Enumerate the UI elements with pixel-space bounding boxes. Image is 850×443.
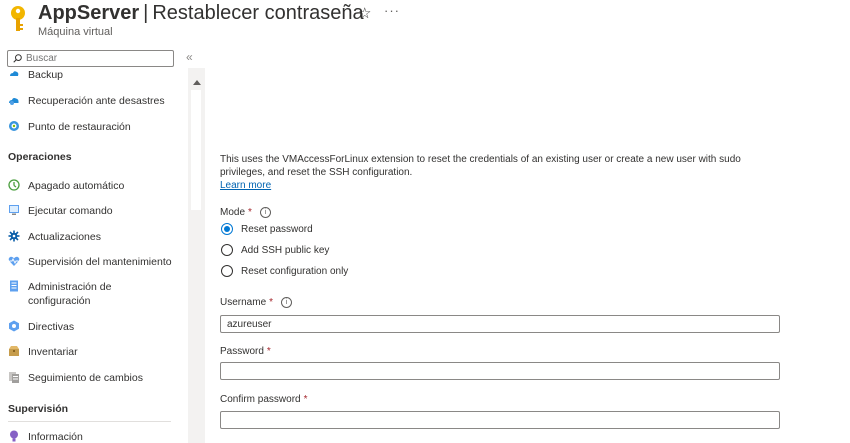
run-command-icon (9, 205, 19, 215)
maintenance-icon (8, 256, 20, 266)
username-label-row: Username * i (220, 297, 293, 308)
confirm-password-label-row: Confirm password * (220, 394, 308, 405)
auto-shutdown-icon (8, 179, 20, 191)
sidebar-item-change-tracking[interactable]: Seguimiento de cambios (8, 371, 143, 385)
resource-name: AppServer (38, 2, 140, 24)
title-block: AppServer | Restablecer contraseña Máquina… (38, 1, 364, 38)
search-input[interactable] (26, 53, 166, 64)
sidebar-item-updates[interactable]: Actualizaciones (8, 230, 101, 244)
radio-reset-password[interactable]: Reset password (221, 223, 313, 235)
scrollbar-thumb[interactable] (191, 90, 201, 210)
description-text: This uses the VMAccessForLinux extension… (220, 154, 741, 178)
mode-label-row: Mode * i (220, 207, 271, 218)
section-operations: Operaciones (8, 151, 72, 163)
username-label: Username (220, 297, 267, 308)
backup-icon (10, 71, 19, 76)
learn-more-link[interactable]: Learn more (220, 180, 271, 191)
sidebar-item-label: Administración de configuración (28, 281, 112, 307)
resource-type: Máquina virtual (38, 26, 113, 38)
sidebar-search[interactable] (7, 50, 174, 67)
sidebar-nav: Backup Recuperación ante desastres Punto… (0, 68, 185, 443)
section-monitoring: Supervisión (8, 403, 69, 415)
sidebar-item-disaster-recovery[interactable]: Recuperación ante desastres (8, 94, 165, 108)
radio-button[interactable] (221, 265, 233, 277)
section-divider (8, 421, 171, 422)
required-indicator: * (248, 207, 252, 218)
inventory-icon (9, 346, 19, 356)
confirm-password-input[interactable] (220, 411, 780, 429)
required-indicator: * (266, 346, 271, 357)
sidebar-item-insights[interactable]: Información (8, 430, 83, 443)
sidebar-item-label: Seguimiento de cambios (28, 372, 143, 384)
more-options-icon[interactable]: ··· (384, 3, 400, 18)
blade-name: Restablecer contraseña (152, 2, 364, 24)
sidebar-item-restore-point[interactable]: Punto de restauración (8, 120, 131, 134)
confirm-password-label: Confirm password (220, 394, 301, 405)
policies-icon (9, 320, 19, 332)
sidebar-item-maintenance[interactable]: Supervisión del mantenimiento (8, 255, 172, 269)
password-label-row: Password * (220, 346, 271, 357)
sidebar-item-policies[interactable]: Directivas (8, 320, 74, 334)
insights-icon (10, 430, 18, 442)
sidebar-item-auto-shutdown[interactable]: Apagado automático (8, 179, 124, 193)
sidebar-item-label: Inventariar (28, 346, 78, 358)
collapse-sidebar-icon[interactable]: « (186, 50, 193, 64)
username-input[interactable] (220, 315, 780, 333)
scroll-up-arrow-icon[interactable] (193, 80, 201, 85)
sidebar-item-label: Recuperación ante desastres (28, 95, 165, 107)
page-header: AppServer | Restablecer contraseña Máquina… (0, 0, 850, 48)
sidebar-item-backup[interactable]: Backup (8, 68, 63, 82)
sidebar-item-label: Actualizaciones (28, 231, 101, 243)
radio-button[interactable] (221, 244, 233, 256)
sidebar-item-inventory[interactable]: Inventariar (8, 345, 78, 359)
required-indicator: * (269, 297, 274, 308)
change-tracking-icon (9, 372, 19, 383)
sidebar-item-label: Backup (28, 69, 64, 81)
info-icon[interactable]: i (281, 297, 293, 308)
radio-label: Reset configuration only (241, 265, 349, 277)
info-icon[interactable]: i (259, 207, 271, 218)
key-icon (11, 6, 25, 31)
updates-icon (8, 230, 20, 242)
sidebar-item-label: Apagado automático (28, 180, 125, 192)
page-title: AppServer | Restablecer contraseña (38, 1, 364, 25)
radio-add-ssh-key[interactable]: Add SSH public key (221, 244, 329, 256)
favorite-star-icon[interactable]: ☆ (358, 4, 371, 22)
required-indicator: * (303, 394, 308, 405)
sidebar-item-label: Información (28, 431, 83, 443)
search-icon (13, 54, 22, 63)
sidebar-item-label: Punto de restauración (28, 121, 131, 133)
password-input[interactable] (220, 362, 780, 380)
radio-label: Add SSH public key (241, 244, 330, 256)
title-separator: | (143, 2, 149, 24)
disaster-recovery-icon (9, 98, 19, 105)
sidebar-item-label: Supervisión del mantenimiento (28, 256, 172, 268)
radio-button-checked[interactable] (221, 223, 233, 235)
configuration-icon (10, 280, 18, 292)
sidebar-item-label: Directivas (28, 321, 75, 333)
restore-point-icon (9, 121, 19, 131)
mode-label: Mode (220, 207, 246, 218)
password-label: Password (220, 346, 264, 357)
radio-label: Reset password (241, 223, 313, 235)
sidebar-item-configuration[interactable]: Administración de configuración (8, 280, 158, 308)
sidebar-item-label: Ejecutar comando (28, 205, 113, 217)
form-description: This uses the VMAccessForLinux extension… (220, 153, 780, 192)
sidebar-item-run-command[interactable]: Ejecutar comando (8, 204, 113, 218)
radio-reset-configuration[interactable]: Reset configuration only (221, 265, 348, 277)
